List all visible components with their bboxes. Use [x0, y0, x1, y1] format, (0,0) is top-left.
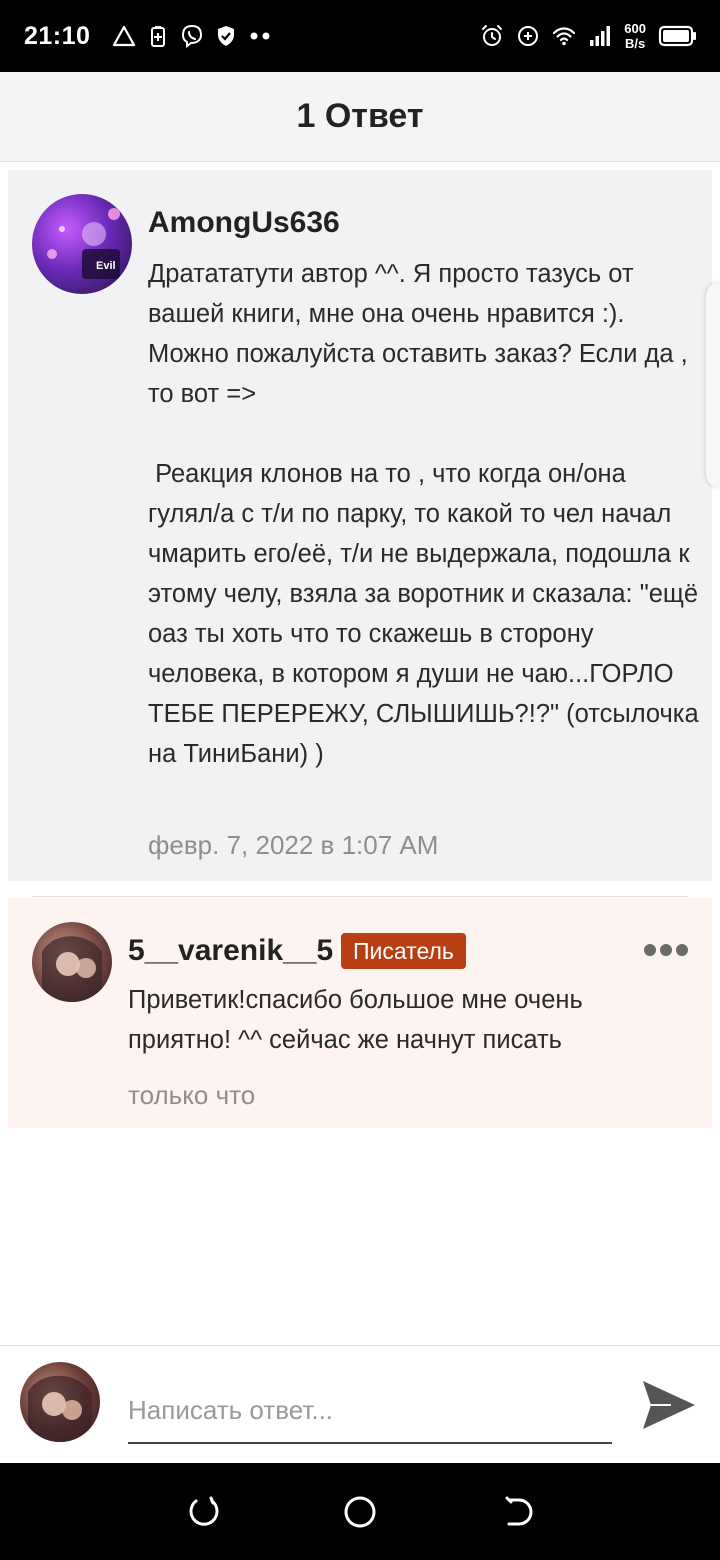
- username[interactable]: 5__varenik__5: [128, 934, 333, 968]
- back-button[interactable]: [496, 1492, 536, 1532]
- more-notifications-icon: [250, 32, 270, 40]
- more-options-button[interactable]: [644, 936, 688, 964]
- battery-saver-icon: [151, 26, 166, 47]
- recents-icon: [189, 1496, 219, 1526]
- edge-panel-handle[interactable]: [706, 282, 720, 488]
- network-speed-value: 600: [624, 21, 646, 36]
- avatar-artwork: [42, 936, 102, 1002]
- back-icon: [505, 1496, 533, 1525]
- shield-check-icon: [218, 26, 235, 46]
- battery-icon: [658, 25, 696, 47]
- viber-icon: [182, 24, 203, 48]
- more-horizontal-icon: [660, 944, 672, 956]
- page-title: 1 Ответ: [296, 97, 424, 135]
- more-horizontal-icon: [644, 944, 656, 956]
- comment-text: Дратататути автор ^^. Я просто тазусь от…: [148, 260, 699, 768]
- avatar: [20, 1362, 100, 1442]
- comment-text: Приветик!спасибо большое мне очень прият…: [128, 986, 590, 1054]
- data-saver-icon: [518, 26, 539, 46]
- parent-comment: Evil AmongUs636 Дратататути автор ^^. Я …: [8, 170, 712, 881]
- system-nav-bar: [0, 1463, 720, 1560]
- comment-timestamp: февр. 7, 2022 в 1:07 AM: [148, 830, 439, 860]
- send-button[interactable]: [636, 1374, 702, 1436]
- wifi-icon: [553, 27, 576, 46]
- alarm-icon: [482, 25, 503, 46]
- app-root: 21:10 600 B/s 1 Ответ Evil AmongUs636 Др…: [0, 0, 720, 1560]
- network-speed-unit: B/s: [625, 36, 646, 51]
- status-right-icons: 600 B/s: [480, 21, 698, 51]
- recents-button[interactable]: [184, 1492, 224, 1532]
- writer-badge: Писатель: [341, 933, 466, 969]
- comment-timestamp: только что: [128, 1080, 256, 1110]
- reply-input[interactable]: [128, 1384, 612, 1444]
- send-icon: [643, 1381, 695, 1429]
- home-icon: [344, 1496, 376, 1527]
- status-left-icons: [112, 24, 272, 48]
- comment-divider: [32, 896, 688, 897]
- cell-signal-icon: [590, 26, 611, 46]
- network-speed: 600 B/s: [624, 21, 646, 51]
- home-button[interactable]: [340, 1492, 380, 1532]
- status-time: 21:10: [24, 21, 91, 50]
- avatar-artwork: [47, 208, 120, 279]
- avatar[interactable]: Evil: [32, 194, 132, 294]
- avatar-label: Evil: [96, 260, 116, 272]
- reply-comment: 5__varenik__5 Писатель Приветик!спасибо …: [8, 898, 712, 1128]
- warning-triangle-icon: [113, 25, 136, 47]
- reply-composer: [0, 1345, 720, 1463]
- status-bar: 21:10 600 B/s: [0, 0, 720, 72]
- username[interactable]: AmongUs636: [148, 206, 340, 240]
- more-horizontal-icon: [676, 944, 688, 956]
- page-header: 1 Ответ: [0, 72, 720, 162]
- avatar-artwork: [28, 1375, 92, 1442]
- avatar[interactable]: [32, 922, 112, 1002]
